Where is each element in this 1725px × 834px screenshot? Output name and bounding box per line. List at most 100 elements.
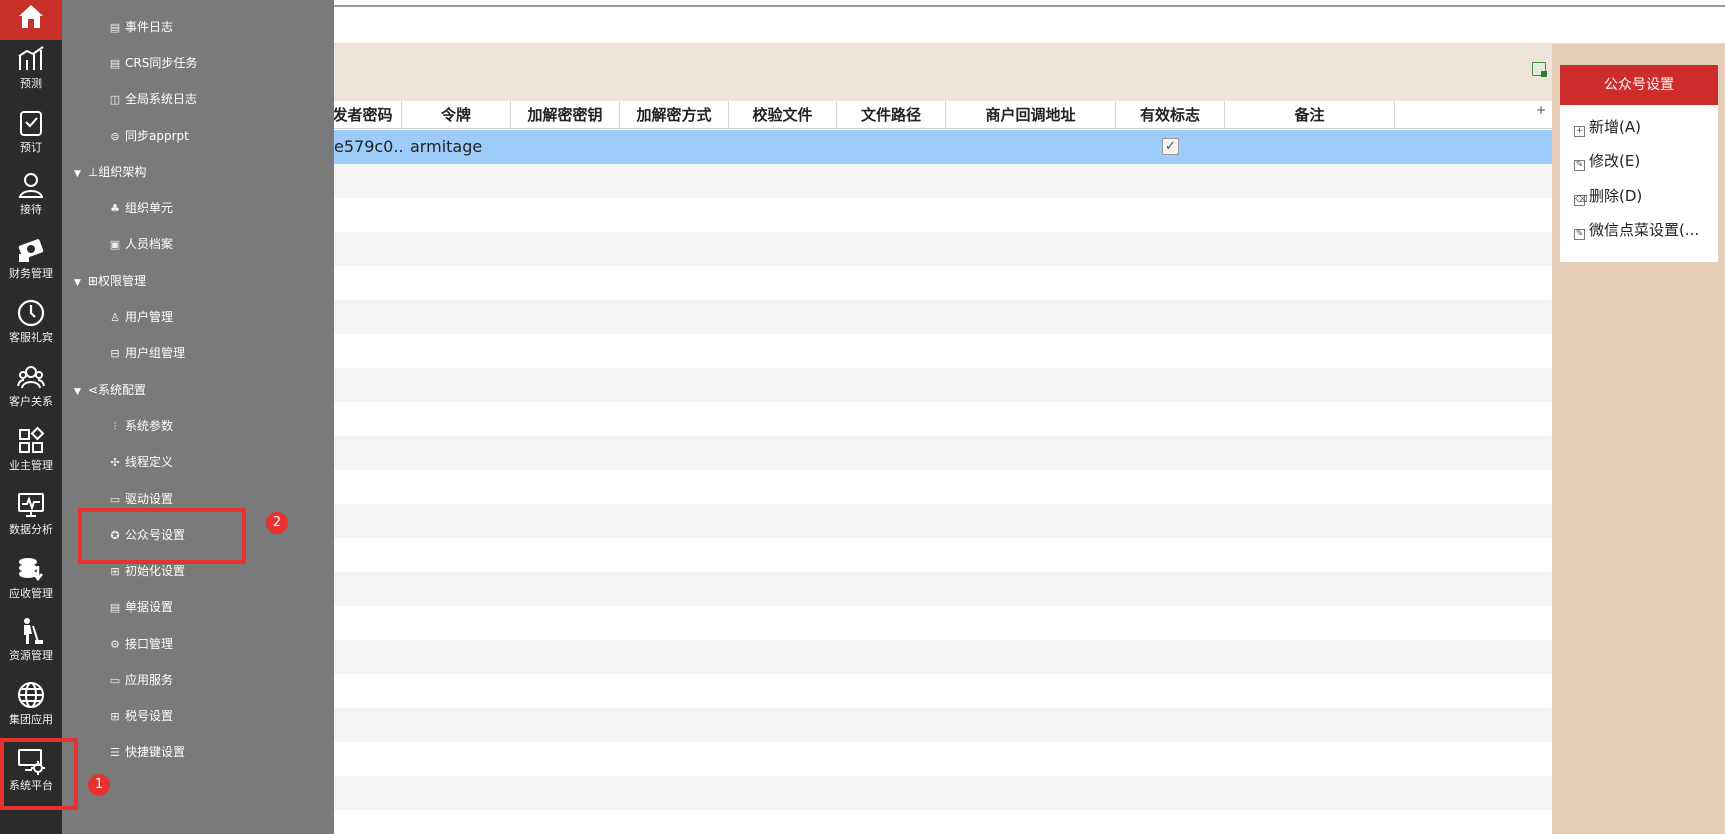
nav-label: 预订	[20, 141, 42, 154]
add-label: 新增(A)	[1589, 118, 1641, 136]
column-header-file-path[interactable]: 文件路径	[837, 101, 946, 129]
nav-label: 预测	[20, 77, 42, 90]
table-row[interactable]	[334, 776, 1552, 810]
table-row[interactable]	[334, 504, 1552, 538]
menu-item-crs-sync[interactable]: ▤ CRS同步任务	[108, 52, 198, 74]
table-row[interactable]	[334, 334, 1552, 368]
menu-item-sync-apprpt[interactable]: ⊜ 同步apprpt	[108, 125, 188, 147]
table-row[interactable]	[334, 572, 1552, 606]
column-header-callback-url[interactable]: 商户回调地址	[946, 101, 1116, 129]
table-row[interactable]	[334, 266, 1552, 300]
nav-concierge[interactable]: 客服礼宾	[0, 298, 62, 358]
table-row[interactable]	[334, 606, 1552, 640]
column-header-remark[interactable]: 备注	[1225, 101, 1395, 129]
nav-group-apps[interactable]: 集团应用	[0, 680, 62, 740]
delete-button[interactable]: ⌫删除(D)	[1574, 184, 1642, 208]
menu-item-label: 单据设置	[125, 600, 174, 614]
column-header-password[interactable]: 发者密码	[334, 101, 402, 129]
column-header-encryption-method[interactable]: 加解密方式	[620, 101, 729, 129]
doc-icon: ▤	[109, 21, 121, 34]
add-column-icon[interactable]: +	[1536, 103, 1546, 117]
menu-item-app-service[interactable]: ▭ 应用服务	[108, 669, 173, 691]
nav-booking[interactable]: 预订	[0, 108, 62, 168]
menu-item-label: 事件日志	[125, 20, 174, 34]
id-card-icon: ▣	[109, 238, 121, 251]
module-sidebar: 预测 预订 接待 财务管理 客服礼宾 客户关系 业主管理 数据分析 应收管理 资…	[0, 0, 62, 834]
table-row[interactable]	[334, 742, 1552, 776]
column-header-verify-file[interactable]: 校验文件	[729, 101, 837, 129]
table-row[interactable]	[334, 810, 1552, 834]
column-header-token[interactable]: 令牌	[402, 101, 511, 129]
menu-item-tax-settings[interactable]: ⊞ 税号设置	[108, 705, 173, 727]
app-window: 发者密码 令牌 加解密密钥 加解密方式 校验文件 文件路径 商户回调地址 有效标…	[0, 0, 1725, 834]
data-analysis-monitor-icon	[18, 493, 44, 517]
table-row[interactable]	[334, 368, 1552, 402]
org-tree-icon: ⊥	[87, 165, 99, 179]
add-button[interactable]: + 新增(A)	[1574, 115, 1641, 139]
table-row[interactable]	[334, 640, 1552, 674]
table-row[interactable]	[334, 300, 1552, 334]
nav-forecast[interactable]: 预测	[0, 44, 62, 104]
gear-icon: ⚙	[110, 638, 120, 651]
user-icon: ♙	[110, 311, 120, 324]
nav-receivables[interactable]: 应收管理	[0, 554, 62, 614]
highlight-official-account-settings	[78, 508, 246, 564]
grid-icon: ⊞	[110, 565, 120, 578]
menu-item-label: 组织单元	[125, 201, 174, 215]
nav-data-analysis[interactable]: 数据分析	[0, 490, 62, 550]
menu-item-driver-settings[interactable]: ▭ 驱动设置	[108, 488, 173, 510]
cell-password: e579c0...	[334, 137, 402, 156]
menu-item-system-params[interactable]: ⫶ 系统参数	[108, 415, 173, 437]
edit-button[interactable]: ✎ 修改(E)	[1574, 149, 1640, 173]
menu-item-label: 驱动设置	[125, 492, 174, 506]
column-header-valid-flag[interactable]: 有效标志	[1116, 101, 1225, 129]
nav-reception[interactable]: 接待	[0, 170, 62, 230]
action-panel: 公众号设置 + 新增(A) ✎ 修改(E) ⌫删除(D) ✎ 微信点菜设置(...	[1552, 44, 1725, 834]
table-row[interactable]	[334, 436, 1552, 470]
concierge-clock-icon	[17, 299, 45, 327]
edit-icon: ✎	[1574, 229, 1585, 240]
menu-item-thread-definition[interactable]: ✣ 线程定义	[108, 451, 173, 473]
nav-owner-management[interactable]: 业主管理	[0, 426, 62, 486]
wechat-menu-settings-button[interactable]: ✎ 微信点菜设置(...	[1574, 218, 1699, 242]
table-row[interactable]	[334, 708, 1552, 742]
nav-customer-relations[interactable]: 客户关系	[0, 362, 62, 422]
nav-finance[interactable]: 财务管理	[0, 234, 62, 294]
export-excel-icon[interactable]	[1532, 62, 1547, 77]
table-row[interactable]	[334, 164, 1552, 198]
menu-item-label: 接口管理	[125, 637, 174, 651]
table-row[interactable]	[334, 674, 1552, 708]
finance-money-icon	[18, 239, 44, 262]
menu-item-label: 全局系统日志	[125, 92, 198, 106]
sliders-icon: ⫶	[113, 420, 117, 433]
thread-icon: ✣	[110, 456, 120, 469]
menu-item-label: 系统参数	[125, 419, 174, 433]
table-row[interactable]	[334, 232, 1552, 266]
valid-flag-checkbox[interactable]: ✓	[1162, 138, 1179, 155]
home-button[interactable]	[0, 0, 62, 40]
nav-label: 应收管理	[9, 587, 53, 600]
resource-cleaning-icon	[24, 618, 43, 644]
menu-item-document-settings[interactable]: ▤ 单据设置	[108, 596, 173, 618]
menu-item-event-log[interactable]: ▤ 事件日志	[108, 16, 173, 38]
menu-group-permissions[interactable]: ▼ ⊞权限管理	[74, 270, 146, 292]
nav-resource-management[interactable]: 资源管理	[0, 616, 62, 676]
nav-label: 接待	[20, 203, 42, 216]
menu-group-system-config[interactable]: ▼ ⋖系统配置	[74, 379, 146, 401]
table-row[interactable]	[334, 198, 1552, 232]
menu-item-staff-records[interactable]: ▣ 人员档案	[108, 233, 173, 255]
log-icon: ◫	[109, 93, 121, 106]
step-badge-1: 1	[88, 774, 110, 796]
table-row[interactable]: e579c0... armitage ✓	[334, 130, 1552, 164]
menu-group-org[interactable]: ▼ ⊥组织架构	[74, 161, 146, 183]
menu-item-user-group-management[interactable]: ⊟ 用户组管理	[108, 342, 185, 364]
table-row[interactable]	[334, 538, 1552, 572]
menu-item-org-unit[interactable]: ♣ 组织单元	[108, 197, 173, 219]
table-row[interactable]	[334, 402, 1552, 436]
column-header-encryption-key[interactable]: 加解密密钥	[511, 101, 620, 129]
menu-item-global-log[interactable]: ◫ 全局系统日志	[108, 88, 197, 110]
menu-item-user-management[interactable]: ♙ 用户管理	[108, 306, 173, 328]
menu-item-interface-management[interactable]: ⚙ 接口管理	[108, 633, 173, 655]
table-row[interactable]	[334, 470, 1552, 504]
menu-item-shortcut-settings[interactable]: ☰ 快捷键设置	[108, 741, 185, 763]
